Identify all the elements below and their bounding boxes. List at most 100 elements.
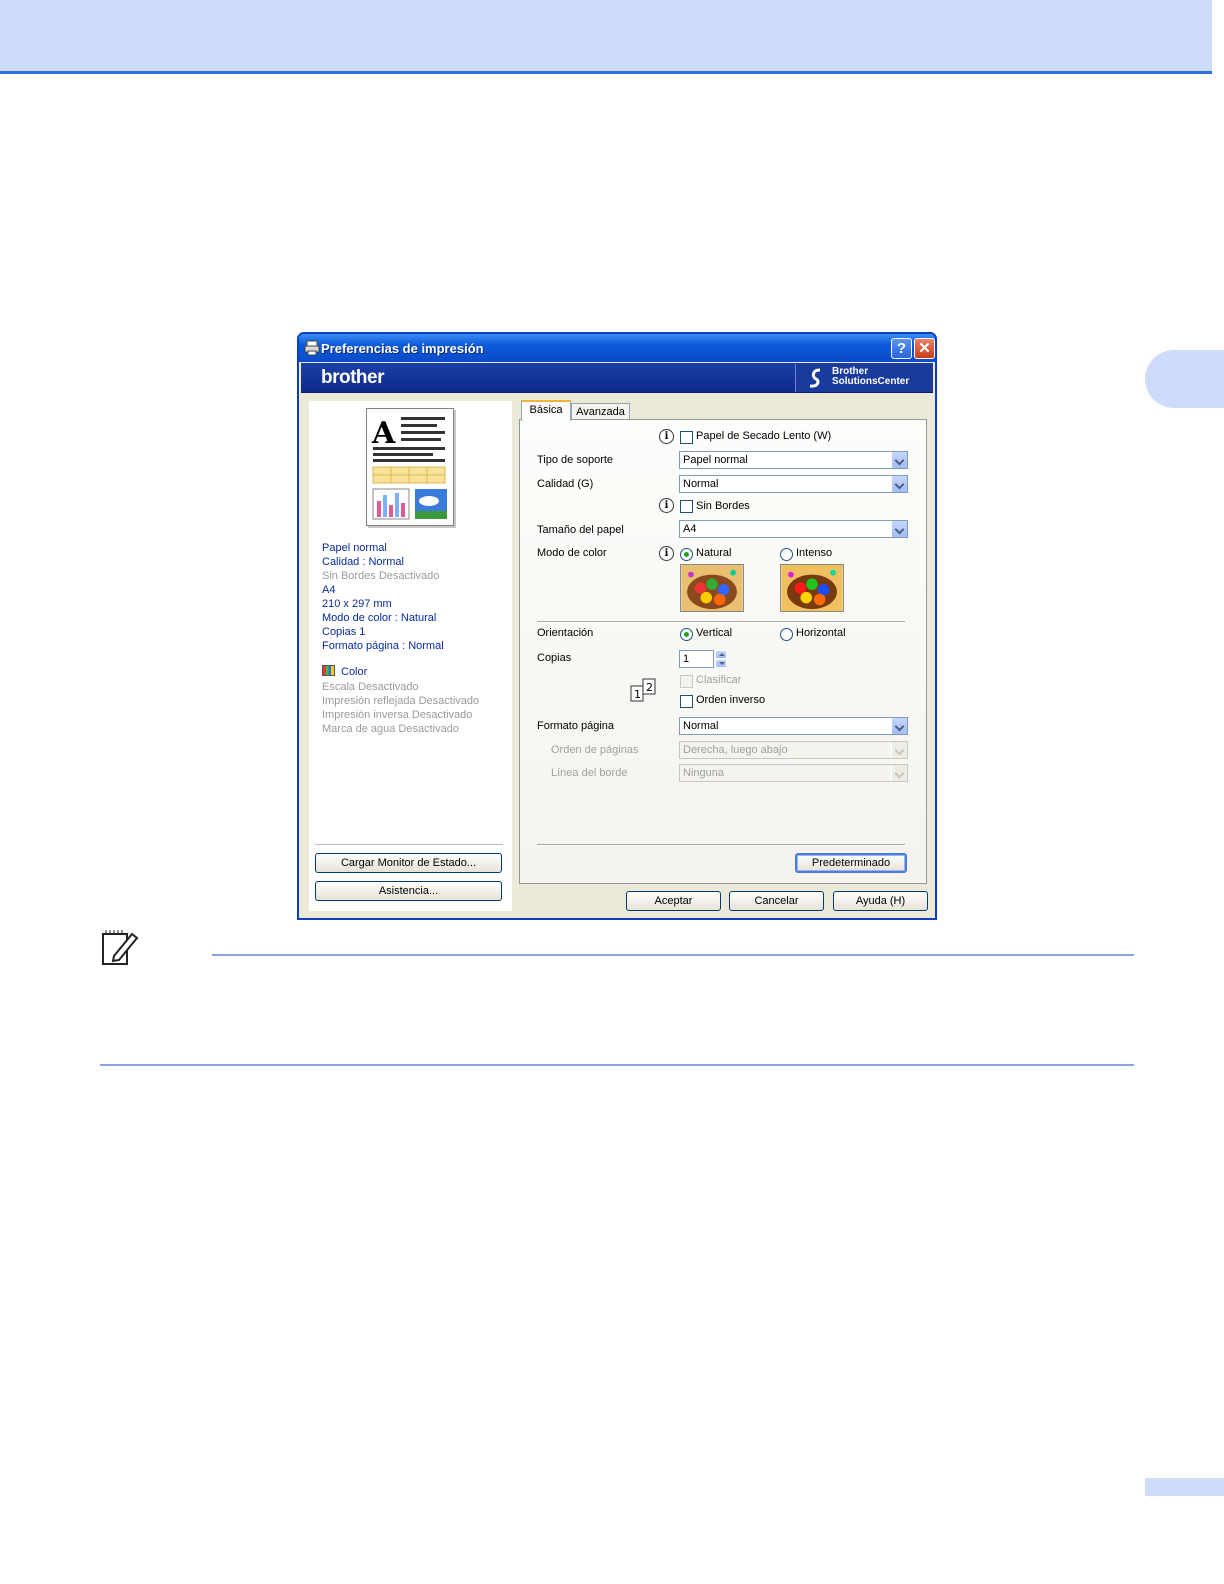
- page-header-band: [0, 0, 1212, 74]
- tab-basica[interactable]: Básica: [521, 400, 571, 421]
- border-line-label: Línea del borde: [551, 767, 628, 779]
- basic-tab-panel: i Papel de Secado Lento (W) Tipo de sopo…: [519, 419, 927, 884]
- page-format-select[interactable]: Normal: [679, 717, 908, 735]
- info-icon[interactable]: i: [659, 429, 674, 444]
- summary-line: Modo de color : Natural: [322, 612, 437, 624]
- status-monitor-button[interactable]: Cargar Monitor de Estado...: [315, 853, 502, 873]
- divider: [537, 844, 905, 846]
- page-format-label: Formato página: [537, 720, 615, 732]
- color-summary-label: Color: [341, 666, 368, 678]
- chapter-tab: [1145, 350, 1224, 408]
- summary-line: Papel normal: [322, 542, 387, 554]
- chevron-down-icon: [891, 765, 907, 781]
- default-button[interactable]: Predeterminado: [795, 853, 907, 873]
- note-bottom-rule: [100, 1064, 1134, 1066]
- help-button[interactable]: Ayuda (H): [833, 891, 928, 911]
- portrait-label: Vertical: [696, 627, 733, 639]
- collate-label: Clasificar: [696, 674, 742, 686]
- summary-list: Papel normal Calidad : Normal Sin Bordes D…: [322, 541, 444, 653]
- print-preferences-dialog: Preferencias de impresión ? ✕ brother Br…: [297, 332, 937, 920]
- summary-line: 210 x 297 mm: [322, 598, 392, 610]
- stepper-up-icon[interactable]: [715, 650, 727, 659]
- page-number-tab: [1145, 1478, 1224, 1496]
- page-preview: A: [366, 408, 454, 526]
- chevron-down-icon[interactable]: [891, 521, 907, 537]
- slow-dry-label: Papel de Secado Lento (W): [696, 430, 832, 442]
- ok-button[interactable]: Aceptar: [626, 891, 721, 911]
- summary-advanced-line: Impresión inversa Desactivado: [322, 709, 473, 721]
- media-type-label: Tipo de soporte: [537, 454, 614, 466]
- info-icon[interactable]: i: [659, 546, 674, 561]
- media-type-select[interactable]: Papel normal: [679, 451, 908, 469]
- color-vivid-radio[interactable]: [780, 548, 793, 561]
- summary-advanced-line: Marca de agua Desactivado: [322, 723, 459, 735]
- color-vivid-label: Intenso: [796, 547, 833, 559]
- chevron-down-icon[interactable]: [891, 452, 907, 468]
- svg-text:1: 1: [634, 688, 641, 701]
- vivid-sample-image: [780, 564, 844, 612]
- summary-line: A4: [322, 584, 336, 596]
- quality-select[interactable]: Normal: [679, 475, 908, 493]
- brand-bar: brother Brother SolutionsCenter: [301, 363, 933, 393]
- landscape-label: Horizontal: [796, 627, 846, 639]
- note-pencil-icon: [102, 930, 139, 965]
- chevron-down-icon: [891, 742, 907, 758]
- help-title-button[interactable]: ?: [891, 338, 912, 359]
- settings-summary-panel: A Papel normal Calidad: Normal Sin Bord…: [309, 401, 512, 911]
- summary-line: Formato página : Normal: [322, 640, 444, 652]
- advanced-summary-list: Escala Desactivado Impresión reflejada De…: [322, 680, 479, 736]
- collate-checkbox[interactable]: [680, 675, 693, 688]
- chevron-down-icon[interactable]: [891, 718, 907, 734]
- cancel-button[interactable]: Cancelar: [729, 891, 824, 911]
- solutions-center-icon: [809, 368, 821, 388]
- support-button[interactable]: Asistencia...: [315, 881, 502, 901]
- paper-size-value: A4: [683, 523, 697, 535]
- page-order-value: Derecha, luego abajo: [683, 744, 788, 756]
- copies-stepper[interactable]: [715, 650, 727, 668]
- landscape-radio[interactable]: [780, 628, 793, 641]
- paper-size-select[interactable]: A4: [679, 520, 908, 538]
- border-line-value: Ninguna: [683, 767, 724, 779]
- page-order-select[interactable]: Derecha, luego abajo: [679, 741, 908, 759]
- copies-input[interactable]: 1: [679, 650, 714, 668]
- paper-size-label: Tamaño del papel: [537, 524, 624, 536]
- stepper-down-icon[interactable]: [715, 659, 727, 668]
- chevron-down-icon[interactable]: [891, 476, 907, 492]
- info-icon[interactable]: i: [659, 498, 674, 513]
- border-line-select[interactable]: Ninguna: [679, 764, 908, 782]
- page-format-value: Normal: [683, 720, 719, 732]
- reverse-order-label: Orden inverso: [696, 694, 766, 706]
- brother-logo: brother: [321, 367, 385, 388]
- title-bar: Preferencias de impresión ? ✕: [299, 334, 935, 362]
- natural-sample-image: [680, 564, 744, 612]
- color-natural-label: Natural: [696, 547, 732, 559]
- solutions-line2: SolutionsCenter: [832, 376, 910, 387]
- color-summary: Color: [322, 665, 367, 678]
- summary-line: Copias 1: [322, 626, 366, 638]
- summary-line: Calidad : Normal: [322, 556, 404, 568]
- color-mode-label: Modo de color: [537, 547, 607, 559]
- svg-text:A: A: [371, 416, 396, 451]
- svg-text:2: 2: [646, 681, 653, 694]
- dialog-title: Preferencias de impresión: [321, 341, 484, 356]
- color-bars-icon: [322, 665, 335, 676]
- slow-dry-checkbox[interactable]: [680, 431, 693, 444]
- quality-value: Normal: [683, 478, 719, 490]
- media-type-value: Papel normal: [683, 454, 748, 466]
- portrait-radio[interactable]: [680, 628, 693, 641]
- color-natural-radio[interactable]: [680, 548, 693, 561]
- orientation-label: Orientación: [537, 627, 594, 639]
- page-order-label: Orden de páginas: [551, 744, 639, 756]
- borderless-checkbox[interactable]: [680, 500, 693, 513]
- summary-advanced-line: Escala Desactivado: [322, 681, 419, 693]
- summary-advanced-line: Impresión reflejada Desactivado: [322, 695, 480, 707]
- printer-icon: [304, 340, 320, 356]
- reverse-order-checkbox[interactable]: [680, 695, 693, 708]
- left-divider: [315, 844, 503, 846]
- close-button[interactable]: ✕: [914, 338, 935, 359]
- divider: [537, 621, 905, 623]
- summary-line: Sin Bordes Desactivado: [322, 570, 440, 582]
- solutions-center-link[interactable]: Brother SolutionsCenter: [795, 364, 933, 392]
- collate-pages-icon: 1 2: [630, 678, 656, 702]
- note-top-rule: [212, 954, 1134, 956]
